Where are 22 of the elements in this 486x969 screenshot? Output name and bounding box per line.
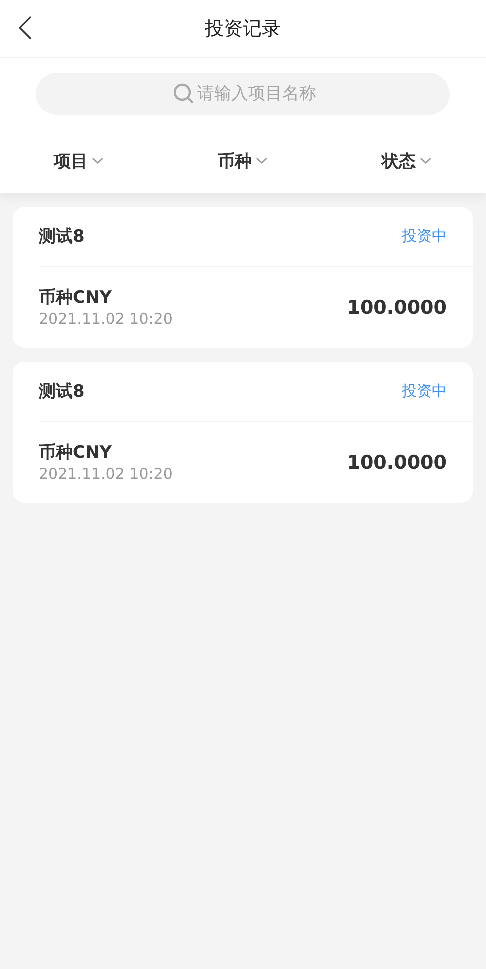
filter-dropdown[interactable]: 状态 [382,150,432,172]
record-time: 2021.11.02 10:20 [39,308,173,328]
page-title: 投资记录 [205,16,281,42]
amount: 100.0000 [347,452,447,474]
currency-label: 币种CNY [39,442,114,464]
project-name: 测试8 [39,381,85,403]
back-icon[interactable] [18,16,34,40]
status-label: 投资中 [402,382,447,401]
search-field[interactable]: 请输入项目名称 [36,73,450,115]
filter-dropdown[interactable]: 币种 [218,150,268,172]
filter-dropdown[interactable]: 项目 [54,150,104,172]
search-icon [173,83,195,105]
amount: 100.0000 [347,296,447,318]
chevron-down-icon [92,157,104,165]
record-time: 2021.11.02 10:20 [39,464,173,484]
status-label: 投资中 [402,227,447,246]
chevron-down-icon [256,157,268,165]
currency-label: 币种CNY [39,286,114,308]
record-card[interactable]: 测试8 投资中 币种CNY 2021.11.02 10:20 100.0000 [13,362,473,503]
record-card[interactable]: 测试8 投资中 币种CNY 2021.11.02 10:20 100.0000 [13,207,473,348]
project-name: 测试8 [39,226,85,248]
chevron-down-icon [420,157,432,165]
